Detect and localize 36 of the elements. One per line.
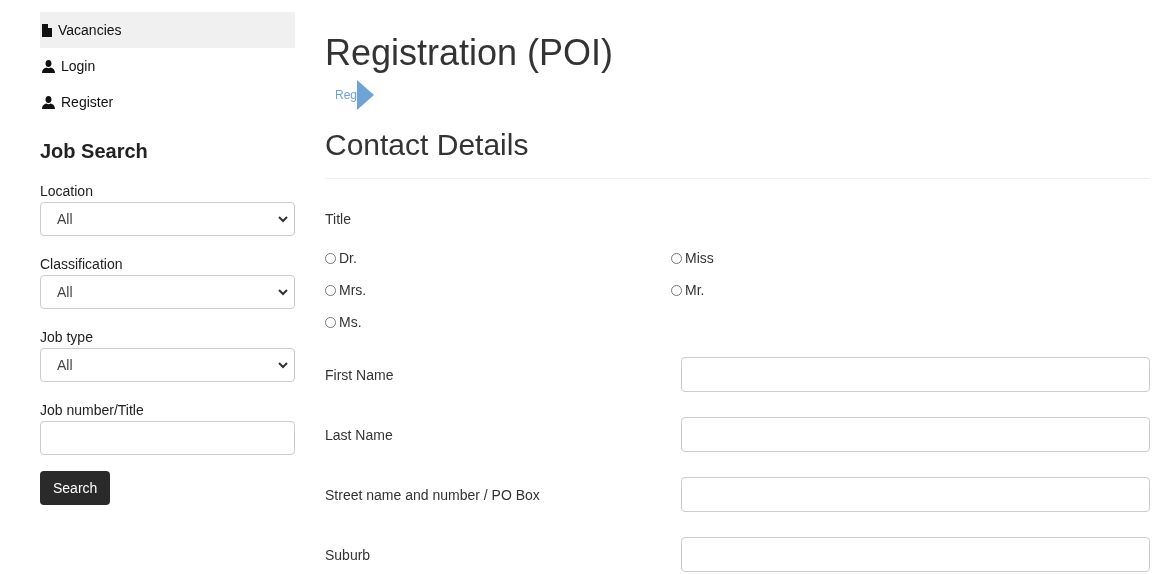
- radio-option[interactable]: Mr.: [671, 281, 1150, 299]
- document-icon: [42, 23, 52, 37]
- dropdown[interactable]: All: [40, 202, 295, 236]
- radio-option[interactable]: Ms.: [325, 313, 671, 331]
- nav-item[interactable]: Register: [40, 84, 295, 120]
- filter-label: Job number/Title: [40, 402, 145, 418]
- filter-label: Classification: [40, 256, 124, 272]
- input-field[interactable]: [681, 357, 1150, 392]
- chevron-down-icon: [278, 215, 288, 223]
- radio-option[interactable]: Mrs.: [325, 281, 671, 299]
- filter-label: Location: [40, 183, 94, 199]
- person-icon: [42, 95, 55, 109]
- dropdown[interactable]: All: [40, 275, 295, 309]
- input-field[interactable]: [40, 421, 295, 455]
- person-icon: [42, 59, 55, 73]
- filter-label: Job type: [40, 329, 94, 345]
- chevron-down-icon: [278, 361, 288, 369]
- input-field[interactable]: [681, 477, 1150, 512]
- field-label: Street name and number / PO Box: [325, 486, 541, 503]
- nav-item[interactable]: Vacancies: [40, 12, 295, 48]
- field-label: Last Name: [325, 426, 394, 443]
- page-title: Registration (POI): [325, 32, 615, 74]
- chevron-down-icon: [278, 288, 288, 296]
- field-label: Title: [325, 211, 352, 227]
- nav-item[interactable]: Login: [40, 48, 295, 84]
- arrow-right-icon: [357, 80, 374, 110]
- section-title: Contact Details: [325, 128, 530, 162]
- field-label: Suburb: [325, 546, 372, 563]
- input-field[interactable]: [681, 417, 1150, 452]
- radio-option[interactable]: Dr.: [325, 249, 671, 267]
- dropdown[interactable]: All: [40, 348, 295, 382]
- search-button[interactable]: Search: [40, 471, 111, 505]
- input-field[interactable]: [681, 537, 1150, 572]
- radio-option[interactable]: Miss: [671, 249, 1150, 267]
- job-search-heading: Job Search: [40, 140, 149, 163]
- field-label: First Name: [325, 366, 395, 383]
